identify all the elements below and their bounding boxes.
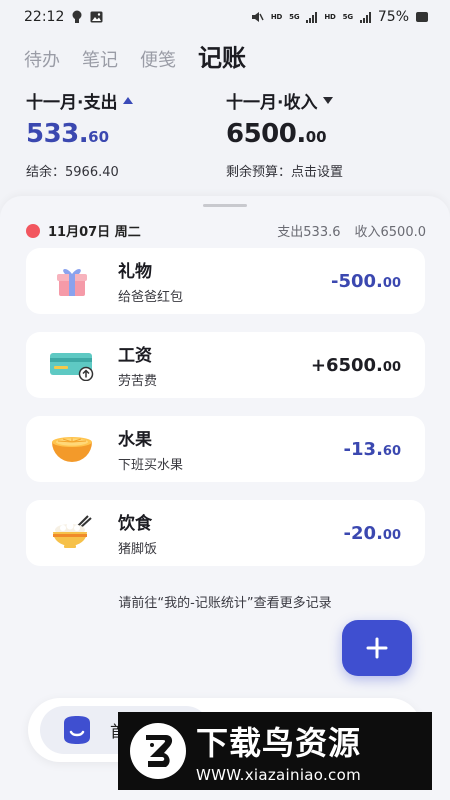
caret-up-icon <box>123 97 134 104</box>
top-nav: 待办 笔记 便笺 记账 <box>24 38 246 73</box>
record-amount: -13. 60 <box>344 439 401 460</box>
income-amount: 6500. 00 <box>226 119 426 149</box>
network-label-4: 5G <box>342 13 353 21</box>
income-summary: 十一月·收入 6500. 00 剩余预算：点击设置 <box>226 88 426 180</box>
day-header: 11月07日 周二 支出533.6 收入6500.0 <box>26 221 426 240</box>
status-time: 22:12 <box>24 9 65 25</box>
expense-heading: 十一月·支出 <box>26 93 118 113</box>
day-dot-icon <box>26 223 40 238</box>
record-amount: -500. 00 <box>331 271 401 292</box>
day-date: 11月07日 周二 <box>48 225 141 240</box>
monthly-summary: 十一月·支出 533. 60 结余：5966.40 十一月·收入 6500. 0… <box>26 88 426 180</box>
record-title: 饮食 <box>118 514 152 534</box>
record-amount-dec: 00 <box>382 359 401 375</box>
battery-icon <box>416 12 428 22</box>
add-record-button[interactable] <box>342 620 412 676</box>
record-amount-dec: 00 <box>382 275 401 291</box>
tab-todo[interactable]: 待办 <box>24 46 60 72</box>
network-label-3: HD <box>324 13 336 21</box>
day-totals: 支出533.6 收入6500.0 <box>277 221 426 240</box>
tab-accounting[interactable]: 记账 <box>198 38 246 73</box>
record-title: 礼物 <box>118 262 152 282</box>
image-icon <box>90 11 103 23</box>
gift-icon <box>42 256 102 306</box>
orange-icon <box>42 424 102 474</box>
record-card-salary[interactable]: 工资 劳苦费 +6500. 00 <box>26 332 425 398</box>
record-amount: -20. 00 <box>344 523 401 544</box>
salary-card-icon <box>42 340 102 390</box>
watermark-url: WWW.xiazainiao.com <box>196 766 361 784</box>
drag-handle[interactable] <box>203 204 247 207</box>
bird-logo-icon <box>130 723 186 779</box>
network-label-2: 5G <box>289 13 300 21</box>
income-amount-dec: 00 <box>305 128 327 146</box>
watermark: 下载鸟资源 WWW.xiazainiao.com <box>118 712 432 790</box>
day-left: 11月07日 周二 <box>26 221 141 240</box>
record-note: 给爸爸红包 <box>118 290 184 305</box>
expense-amount-int: 533. <box>26 119 89 149</box>
signal-icon-2 <box>359 11 371 23</box>
status-right: HD 5G HD 5G 75% <box>251 9 428 25</box>
day-expense-total: 支出533.6 <box>277 225 341 240</box>
day-income-total: 收入6500.0 <box>354 225 427 240</box>
record-amount-int: -20. <box>343 522 383 544</box>
caret-down-icon <box>323 97 334 104</box>
record-card-gift[interactable]: 礼物 给爸爸红包 -500. 00 <box>26 248 425 314</box>
more-records-hint: 请前往“我的-记账统计”查看更多记录 <box>118 596 332 611</box>
record-amount-dec: 60 <box>382 443 401 459</box>
home-face-icon <box>64 716 90 744</box>
mute-icon <box>251 12 264 22</box>
tab-memo[interactable]: 便笺 <box>140 46 176 72</box>
rice-bowl-icon <box>42 508 102 558</box>
record-amount-int: -500. <box>331 270 383 292</box>
status-bar: 22:12 HD 5G HD 5G 75% <box>0 0 450 34</box>
record-amount-int: +6500. <box>310 354 383 376</box>
record-card-fruit[interactable]: 水果 下班买水果 -13. 60 <box>26 416 425 482</box>
record-title: 水果 <box>118 430 152 450</box>
balance-text: 结余：5966.40 <box>26 165 119 180</box>
budget-setting-link[interactable]: 剩余预算：点击设置 <box>226 161 426 180</box>
status-left: 22:12 <box>24 9 103 25</box>
expense-heading-button[interactable]: 十一月·支出 <box>26 88 226 113</box>
record-title: 工资 <box>118 346 152 366</box>
record-text: 饮食 猪脚饭 <box>118 509 344 557</box>
records-panel: 11月07日 周二 支出533.6 收入6500.0 礼物 给爸爸红包 -500… <box>0 196 450 800</box>
record-text: 工资 劳苦费 <box>118 341 311 389</box>
record-card-food[interactable]: 饮食 猪脚饭 -20. 00 <box>26 500 425 566</box>
signal-icon <box>306 11 318 23</box>
record-note: 劳苦费 <box>118 374 158 389</box>
income-amount-int: 6500. <box>226 119 306 149</box>
record-note: 下班买水果 <box>118 458 184 473</box>
battery-percent: 75% <box>377 9 409 25</box>
record-amount-dec: 00 <box>382 527 401 543</box>
watermark-brand: 下载鸟资源 <box>196 724 362 762</box>
watermark-text: 下载鸟资源 WWW.xiazainiao.com <box>196 718 361 784</box>
expense-amount: 533. 60 <box>26 119 226 149</box>
plus-icon <box>366 637 388 659</box>
tab-notes[interactable]: 笔记 <box>82 46 118 72</box>
record-note: 猪脚饭 <box>118 542 158 557</box>
income-heading: 十一月·收入 <box>226 93 318 113</box>
income-heading-button[interactable]: 十一月·收入 <box>226 88 426 113</box>
expense-amount-dec: 60 <box>88 128 110 146</box>
record-text: 水果 下班买水果 <box>118 425 344 473</box>
record-text: 礼物 给爸爸红包 <box>118 257 331 305</box>
record-amount-int: -13. <box>343 438 383 460</box>
expense-summary: 十一月·支出 533. 60 结余：5966.40 <box>26 88 226 180</box>
network-label-1: HD <box>270 13 283 21</box>
bulb-icon <box>72 10 82 23</box>
record-amount: +6500. 00 <box>311 355 401 376</box>
